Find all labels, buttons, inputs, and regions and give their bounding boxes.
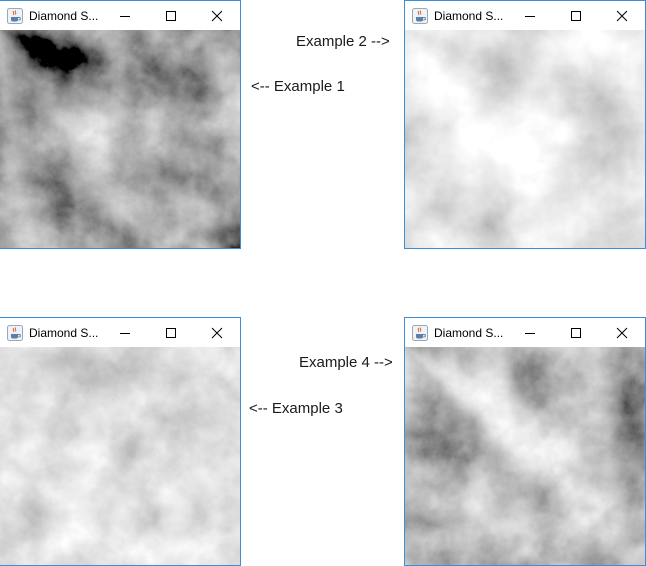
plasma-noise-image [405, 30, 645, 248]
maximize-icon [571, 327, 581, 338]
diamond-square-window-2: Diamond S... [404, 0, 646, 249]
maximize-button[interactable] [553, 318, 599, 347]
maximize-button[interactable] [148, 1, 194, 30]
caption-example-1: <-- Example 1 [251, 78, 345, 95]
close-button[interactable] [599, 1, 645, 30]
maximize-button[interactable] [148, 318, 194, 347]
plasma-noise-image [0, 347, 240, 565]
window-title: Diamond S... [434, 325, 504, 340]
diamond-square-window-1: Diamond S... [0, 0, 241, 249]
window-title: Diamond S... [29, 325, 99, 340]
minimize-button[interactable] [507, 318, 553, 347]
minimize-icon [525, 15, 535, 17]
maximize-icon [166, 10, 176, 21]
minimize-icon [525, 332, 535, 334]
caption-example-2: Example 2 --> [296, 33, 390, 50]
noise-canvas [0, 347, 240, 565]
diamond-square-window-3: Diamond S... [0, 317, 241, 566]
title-bar[interactable]: Diamond S... [0, 318, 240, 347]
caption-example-4: Example 4 --> [299, 354, 393, 371]
close-button[interactable] [599, 318, 645, 347]
minimize-icon [120, 332, 130, 334]
plasma-noise-image [405, 347, 645, 565]
java-coffee-cup-icon [7, 7, 23, 24]
close-icon [616, 10, 628, 21]
title-bar[interactable]: Diamond S... [0, 1, 240, 30]
noise-canvas [0, 30, 240, 248]
minimize-button[interactable] [507, 1, 553, 30]
close-icon [211, 10, 223, 21]
window-title: Diamond S... [29, 8, 99, 23]
java-coffee-cup-icon [412, 324, 428, 341]
close-icon [211, 327, 223, 338]
maximize-icon [571, 10, 581, 21]
plasma-noise-image [0, 30, 240, 248]
close-button[interactable] [194, 1, 240, 30]
close-button[interactable] [194, 318, 240, 347]
desktop: Diamond S... Diamond S... Diamond S... D… [0, 0, 646, 566]
title-bar[interactable]: Diamond S... [405, 1, 645, 30]
maximize-button[interactable] [553, 1, 599, 30]
java-coffee-cup-icon [7, 324, 23, 341]
window-title: Diamond S... [434, 8, 504, 23]
noise-canvas [405, 30, 645, 248]
title-bar[interactable]: Diamond S... [405, 318, 645, 347]
java-coffee-cup-icon [412, 7, 428, 24]
close-icon [616, 327, 628, 338]
maximize-icon [166, 327, 176, 338]
diamond-square-window-4: Diamond S... [404, 317, 646, 566]
minimize-button[interactable] [102, 318, 148, 347]
caption-example-3: <-- Example 3 [249, 400, 343, 417]
noise-canvas [405, 347, 645, 565]
minimize-button[interactable] [102, 1, 148, 30]
minimize-icon [120, 15, 130, 17]
